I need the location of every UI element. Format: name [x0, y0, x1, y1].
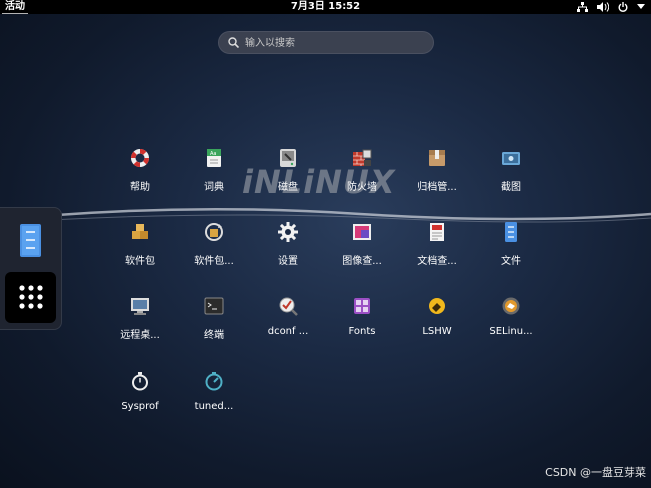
system-tray[interactable] [577, 0, 645, 14]
app-label: 图像查... [342, 256, 382, 267]
app-label: 帮助 [130, 182, 150, 193]
app-label: 软件包... [194, 256, 234, 267]
app-label: 设置 [278, 256, 298, 267]
app-sysprof[interactable]: Sysprof [103, 370, 177, 412]
terminal-icon [204, 297, 224, 315]
app-help[interactable]: 帮助 [103, 147, 177, 193]
network-icon [577, 2, 588, 12]
app-label: Sysprof [121, 401, 159, 412]
disks-icon [280, 149, 296, 167]
app-label: 词典 [204, 182, 224, 193]
app-dictionary[interactable]: Aa 词典 [177, 147, 251, 193]
tuned-icon [205, 372, 223, 391]
sysprof-stopwatch-icon [132, 372, 148, 391]
app-label: 远程桌... [120, 330, 160, 341]
app-label: Fonts [348, 326, 376, 337]
app-software-package[interactable]: 软件包 [103, 221, 177, 267]
app-label: 文件 [501, 256, 521, 267]
app-firewall[interactable]: 防火墙 [325, 147, 399, 193]
app-label: SELinu... [489, 326, 533, 337]
show-apps-icon [19, 285, 43, 309]
files-icon [505, 222, 517, 242]
archive-manager-icon [429, 150, 445, 166]
app-selinux[interactable]: SELinu... [474, 295, 548, 337]
app-settings[interactable]: 设置 [251, 221, 325, 267]
app-package-updater[interactable]: 软件包... [177, 221, 251, 267]
software-package-icon [132, 224, 148, 239]
app-label: 归档管... [417, 182, 457, 193]
dash-files-button[interactable] [5, 216, 56, 267]
app-files[interactable]: 文件 [474, 221, 548, 267]
app-label: 文档查... [417, 256, 457, 267]
dash [0, 207, 62, 330]
app-tuned[interactable]: tuned... [177, 370, 251, 412]
search-bar[interactable] [218, 31, 434, 54]
dconf-editor-icon [279, 297, 298, 316]
show-apps-button[interactable] [5, 272, 56, 323]
firewall-icon [353, 149, 372, 166]
app-fonts[interactable]: Fonts [325, 295, 399, 337]
app-label: dconf ... [267, 326, 309, 337]
files-icon [20, 224, 41, 257]
dictionary-icon: Aa [207, 149, 221, 167]
app-label: 防火墙 [347, 182, 377, 193]
app-label: 终端 [204, 330, 224, 341]
remote-desktop-icon [131, 298, 149, 315]
app-archive-manager[interactable]: 归档管... [400, 147, 474, 193]
app-label: 截图 [501, 182, 521, 193]
app-label: tuned... [194, 401, 234, 412]
lshw-icon [429, 298, 445, 314]
app-terminal[interactable]: 终端 [177, 295, 251, 341]
help-lifebuoy-icon [130, 148, 150, 168]
app-label: LSHW [422, 326, 452, 337]
app-label: 软件包 [125, 256, 155, 267]
image-viewer-icon [353, 224, 371, 240]
screenshot-icon [502, 152, 520, 165]
app-document-viewer[interactable]: 文档查... [400, 221, 474, 267]
app-screenshot[interactable]: 截图 [474, 147, 548, 193]
clock[interactable]: 7月3日 15:52 [0, 0, 651, 14]
top-bar: 活动 7月3日 15:52 [0, 0, 651, 14]
selinux-icon [502, 297, 520, 315]
settings-gear-icon [278, 222, 298, 242]
document-viewer-icon [430, 223, 444, 241]
fonts-icon [354, 298, 370, 314]
app-remote-desktop[interactable]: 远程桌... [103, 295, 177, 341]
app-lshw[interactable]: LSHW [400, 295, 474, 337]
power-icon [618, 2, 628, 12]
app-dconf-editor[interactable]: dconf ... [251, 295, 325, 337]
app-image-viewer[interactable]: 图像查... [325, 221, 399, 267]
app-disks[interactable]: 磁盘 [251, 147, 325, 193]
search-icon [228, 37, 239, 48]
chevron-down-icon [637, 4, 645, 9]
watermark-credit: CSDN @一盘豆芽菜 [545, 466, 646, 479]
volume-icon [597, 2, 609, 12]
package-updater-icon [205, 223, 223, 241]
svg-text:Aa: Aa [210, 151, 216, 157]
app-label: 磁盘 [278, 182, 298, 193]
search-input[interactable] [243, 34, 427, 53]
